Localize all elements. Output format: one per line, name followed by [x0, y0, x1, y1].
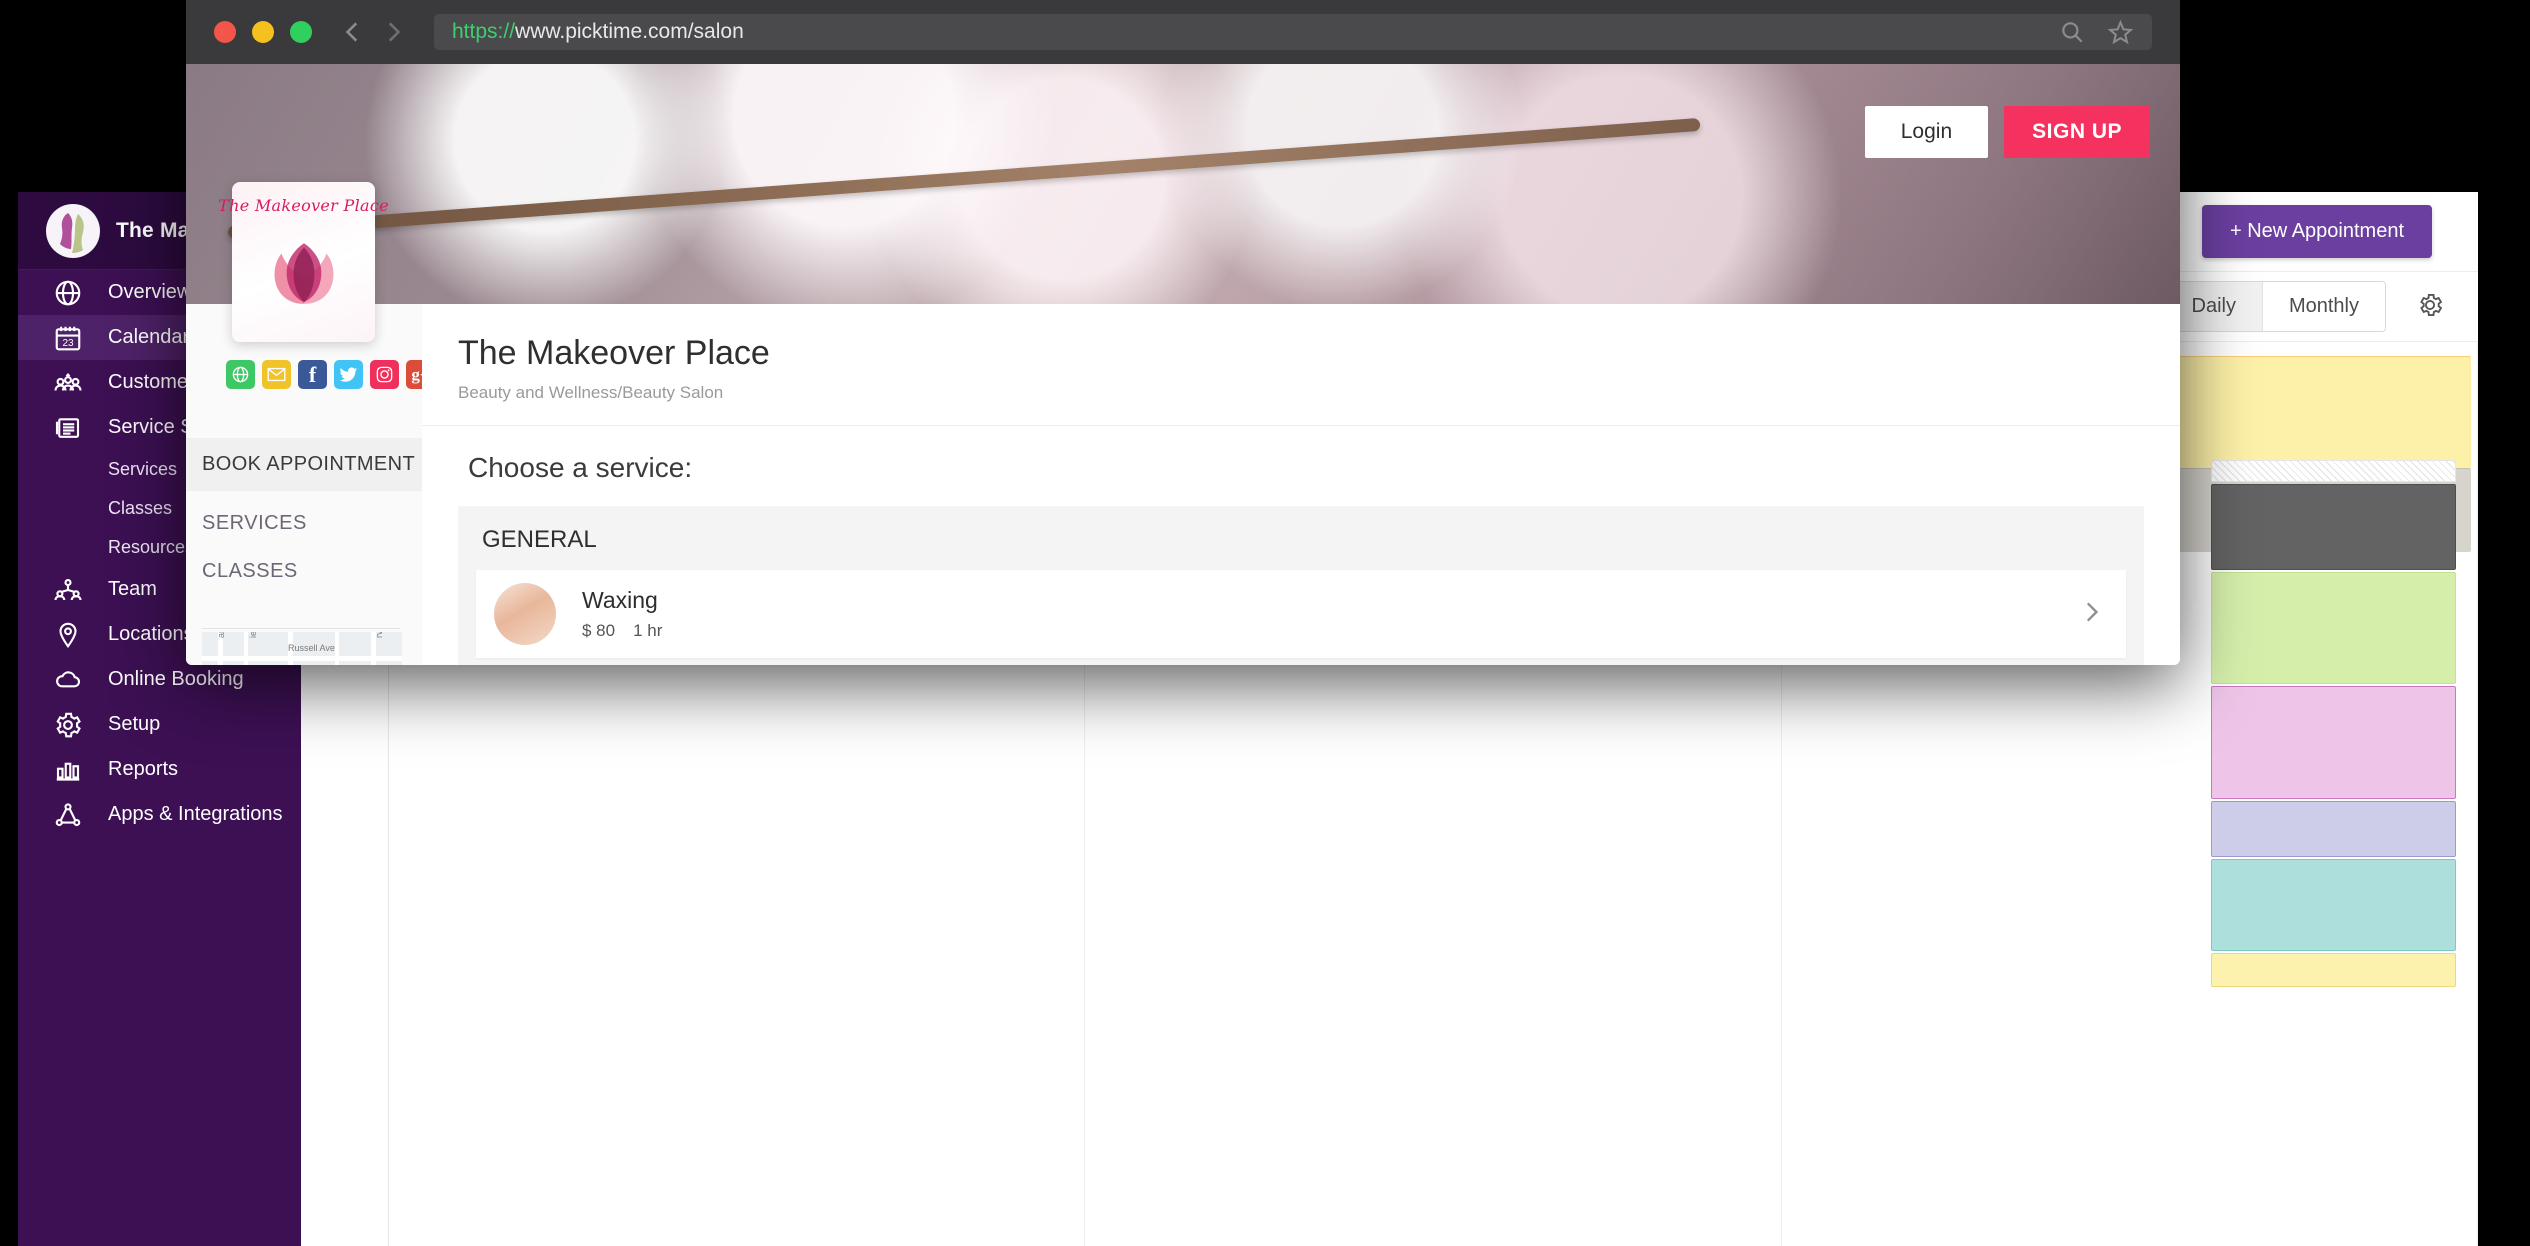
new-appointment-button[interactable]: + New Appointment	[2202, 205, 2432, 258]
left-nav-services[interactable]: SERVICES	[202, 512, 307, 535]
service-name: Waxing	[582, 587, 680, 614]
map-pin-icon	[48, 618, 88, 652]
calendar-event-block[interactable]	[2211, 572, 2456, 684]
url-text: https://www.picktime.com/salon	[452, 20, 744, 44]
choose-service-heading: Choose a service:	[422, 426, 2180, 506]
star-icon[interactable]	[2107, 19, 2134, 46]
map-label: amercy Pl	[216, 632, 226, 638]
twitter-icon[interactable]	[334, 360, 363, 389]
social-links: f g+	[226, 360, 435, 389]
calendar-23-icon: 23	[48, 321, 88, 355]
sidebar-item-label: Apps & Integrations	[108, 803, 283, 826]
calendar-event-block[interactable]	[2211, 859, 2456, 951]
url-scheme: https://	[452, 20, 515, 43]
map-label: ield Pl	[248, 632, 258, 638]
booking-right-panel: The Makeover Place Beauty and Wellness/B…	[422, 304, 2180, 665]
browser-nav-arrows	[340, 17, 406, 47]
address-bar-icons	[2059, 19, 2134, 46]
close-dot[interactable]	[214, 21, 236, 43]
business-category: Beauty and Wellness/Beauty Salon	[458, 383, 2180, 403]
location-map[interactable]: Russell Ave amercy Pl ield Pl rvard Blvd…	[202, 632, 402, 665]
address-bar[interactable]: https://www.picktime.com/salon	[434, 14, 2152, 50]
sidebar-item-label: Calendar	[108, 326, 189, 349]
business-logo-card: The Makeover Place	[232, 182, 375, 342]
business-header: The Makeover Place Beauty and Wellness/B…	[422, 304, 2180, 426]
hero-banner: Login SIGN UP	[186, 64, 2180, 304]
service-group: GENERALWaxing$ 801 hrBridal Makeover$ 25…	[458, 506, 2144, 665]
nodes-icon	[48, 798, 88, 832]
sidebar-item-label: Reports	[108, 758, 178, 781]
calendar-event-block[interactable]	[2211, 484, 2456, 570]
waxing-photo	[494, 583, 556, 645]
browser-window: https://www.picktime.com/salon Login	[186, 0, 2180, 665]
minimize-dot[interactable]	[252, 21, 274, 43]
search-icon[interactable]	[2059, 19, 2085, 45]
map-label: Russell Ave	[288, 643, 335, 653]
booking-content: The Makeover Place	[186, 304, 2180, 665]
screenshot-root: The Makeover P Overview23CalendarCustome…	[0, 0, 2530, 1246]
service-groups: GENERALWaxing$ 801 hrBridal Makeover$ 25…	[422, 506, 2180, 665]
email-icon[interactable]	[262, 360, 291, 389]
calendar-settings-button[interactable]	[2412, 287, 2448, 326]
booking-left-panel: The Makeover Place	[186, 304, 422, 665]
signup-button[interactable]: SIGN UP	[2004, 106, 2150, 158]
service-row[interactable]: Waxing $ 801 hr	[476, 570, 2126, 658]
team-icon	[48, 573, 88, 607]
instagram-icon[interactable]	[370, 360, 399, 389]
left-nav-classes[interactable]: CLASSES	[202, 560, 298, 583]
lotus-flower-icon	[252, 219, 356, 323]
tab-monthly[interactable]: Monthly	[2262, 282, 2385, 331]
calendar-side-blocks	[2211, 460, 2456, 987]
sidebar-item-label: Online Booking	[108, 668, 244, 691]
facebook-icon[interactable]: f	[298, 360, 327, 389]
chevron-left-icon[interactable]	[340, 17, 366, 47]
login-button[interactable]: Login	[1865, 106, 1988, 158]
page-title: The Makeover Place	[458, 334, 2180, 373]
service-group-title: GENERAL	[482, 526, 2126, 554]
svg-text:23: 23	[62, 338, 74, 349]
sidebar-item-label: Locations	[108, 623, 194, 646]
sidebar-item-reports[interactable]: Reports	[18, 747, 301, 792]
book-appointment-header: BOOK APPOINTMENT	[186, 438, 422, 491]
service-price-duration: $ 801 hr	[582, 621, 680, 641]
left-nav-divider	[202, 628, 400, 629]
gear-icon	[2416, 291, 2444, 319]
chevron-right-icon[interactable]	[2078, 597, 2104, 632]
calendar-event-block[interactable]	[2211, 953, 2456, 987]
maximize-dot[interactable]	[290, 21, 312, 43]
calendar-event-block[interactable]	[2211, 686, 2456, 799]
cloud-icon	[48, 663, 88, 697]
sidebar-item-apps-integrations[interactable]: Apps & Integrations	[18, 792, 301, 837]
website-icon[interactable]	[226, 360, 255, 389]
bar-chart-icon	[48, 753, 88, 787]
sidebar-item-label: Overview	[108, 281, 191, 304]
booking-page: Login SIGN UP The Makeover Place	[186, 64, 2180, 665]
map-label: rvard Blvd	[374, 632, 384, 638]
sidebar-item-setup[interactable]: Setup	[18, 702, 301, 747]
browser-chrome: https://www.picktime.com/salon	[186, 0, 2180, 64]
traffic-lights	[214, 21, 312, 43]
branch-decoration	[227, 118, 1700, 239]
sidebar-item-label: Classes	[108, 498, 172, 519]
url-rest: www.picktime.com/salon	[515, 20, 744, 43]
globe-icon	[48, 276, 88, 310]
blocked-time-hatch	[2211, 460, 2456, 482]
calendar-event-block[interactable]	[2211, 801, 2456, 857]
sidebar-item-label: Team	[108, 578, 157, 601]
gear-icon	[48, 708, 88, 742]
hero-actions: Login SIGN UP	[1865, 106, 2150, 158]
document-icon	[48, 411, 88, 445]
sidebar-item-label: Setup	[108, 713, 160, 736]
sidebar-item-label: Services	[108, 459, 177, 480]
sidebar-item-label: Resources	[108, 537, 194, 558]
logo-wordmark: The Makeover Place	[218, 196, 389, 215]
chevron-right-icon[interactable]	[380, 17, 406, 47]
view-switcher: Daily Monthly	[2165, 281, 2386, 332]
woman-silhouette-logo	[46, 204, 100, 258]
people-icon	[48, 366, 88, 400]
